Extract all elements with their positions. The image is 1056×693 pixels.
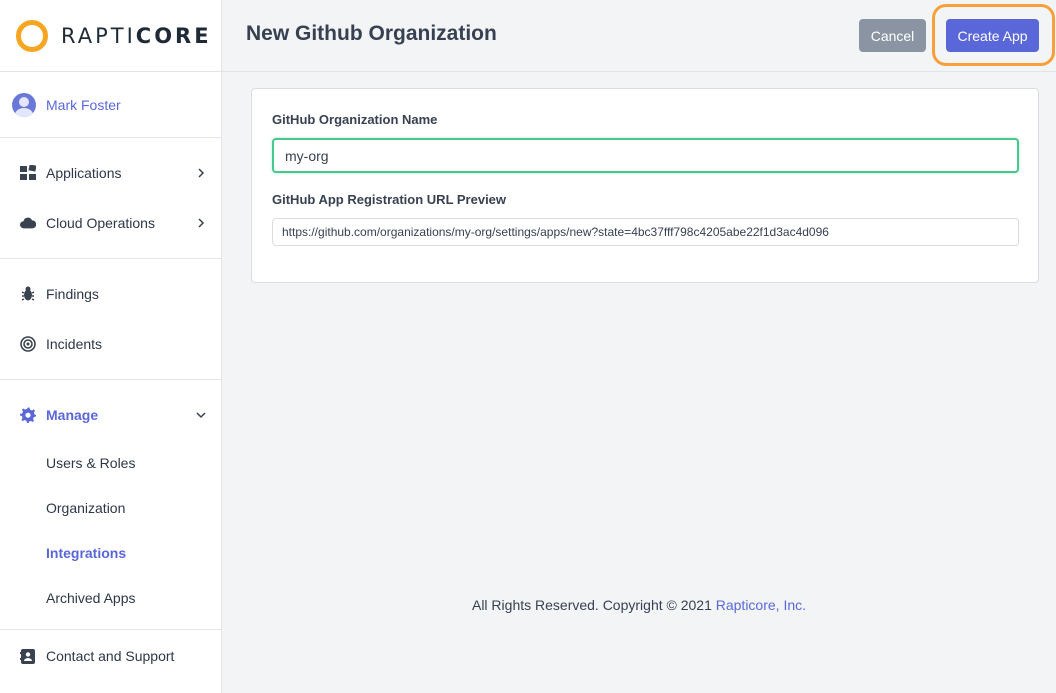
brand-logo[interactable]: RAPTICORE <box>0 0 221 72</box>
sidebar-item-label: Manage <box>46 407 99 423</box>
page-header: New Github Organization Cancel Create Ap… <box>222 0 1056 72</box>
sidebar-item-label: Cloud Operations <box>46 215 155 231</box>
sidebar-item-label: Applications <box>46 165 122 181</box>
logo-ring-icon <box>16 19 48 52</box>
gear-icon <box>20 407 36 423</box>
url-preview-field[interactable]: https://github.com/organizations/my-org/… <box>272 218 1019 246</box>
page-footer: All Rights Reserved. Copyright © 2021 Ra… <box>222 597 1056 613</box>
org-name-input[interactable] <box>272 138 1019 173</box>
sidebar-item-findings[interactable]: Findings <box>0 269 221 319</box>
org-name-label: GitHub Organization Name <box>272 112 438 127</box>
sidebar-subitem-users-roles[interactable]: Users & Roles <box>0 440 221 485</box>
user-avatar-icon <box>12 92 36 117</box>
sidebar-item-incidents[interactable]: Incidents <box>0 319 221 369</box>
user-name[interactable]: Mark Foster <box>46 97 121 113</box>
copyright-text: All Rights Reserved. Copyright © 2021 <box>471 597 716 613</box>
sidebar-item-label: Findings <box>46 286 99 302</box>
create-app-button[interactable]: Create App <box>946 19 1039 52</box>
url-preview-label: GitHub App Registration URL Preview <box>272 192 507 207</box>
brand-name: RAPTICORE <box>61 23 212 48</box>
target-icon <box>20 336 36 352</box>
chevron-down-icon <box>196 412 206 419</box>
dashboard-grid-icon <box>20 165 36 181</box>
bug-icon <box>20 286 36 302</box>
user-profile[interactable]: Mark Foster <box>0 72 221 138</box>
sidebar-item-contact-support[interactable]: Contact and Support <box>0 629 221 681</box>
nav-group-apps: Applications Cloud Operations <box>0 138 221 259</box>
sidebar-subitem-integrations[interactable]: Integrations <box>0 530 221 575</box>
chevron-right-icon <box>198 168 205 178</box>
sidebar-item-label: Contact and Support <box>46 647 175 664</box>
cloud-icon <box>20 215 36 231</box>
contact-card-icon <box>20 648 36 664</box>
nav-group-manage: Manage Users & Roles Organization Integr… <box>0 380 221 630</box>
sidebar-item-manage[interactable]: Manage <box>0 390 221 440</box>
sidebar: RAPTICORE Mark Foster Applications Cloud… <box>0 0 222 693</box>
page-title: New Github Organization <box>246 22 497 45</box>
nav-group-security: Findings Incidents <box>0 259 221 380</box>
sidebar-item-applications[interactable]: Applications <box>0 148 221 198</box>
company-link[interactable]: Rapticore, Inc. <box>716 597 806 613</box>
sidebar-subitem-organization[interactable]: Organization <box>0 485 221 530</box>
sidebar-item-label: Incidents <box>46 336 103 352</box>
cancel-button[interactable]: Cancel <box>859 19 926 52</box>
sidebar-subitem-archived-apps[interactable]: Archived Apps <box>0 575 221 620</box>
github-org-form: GitHub Organization Name GitHub App Regi… <box>251 88 1039 283</box>
chevron-right-icon <box>198 218 205 228</box>
sidebar-item-cloud-operations[interactable]: Cloud Operations <box>0 198 221 248</box>
